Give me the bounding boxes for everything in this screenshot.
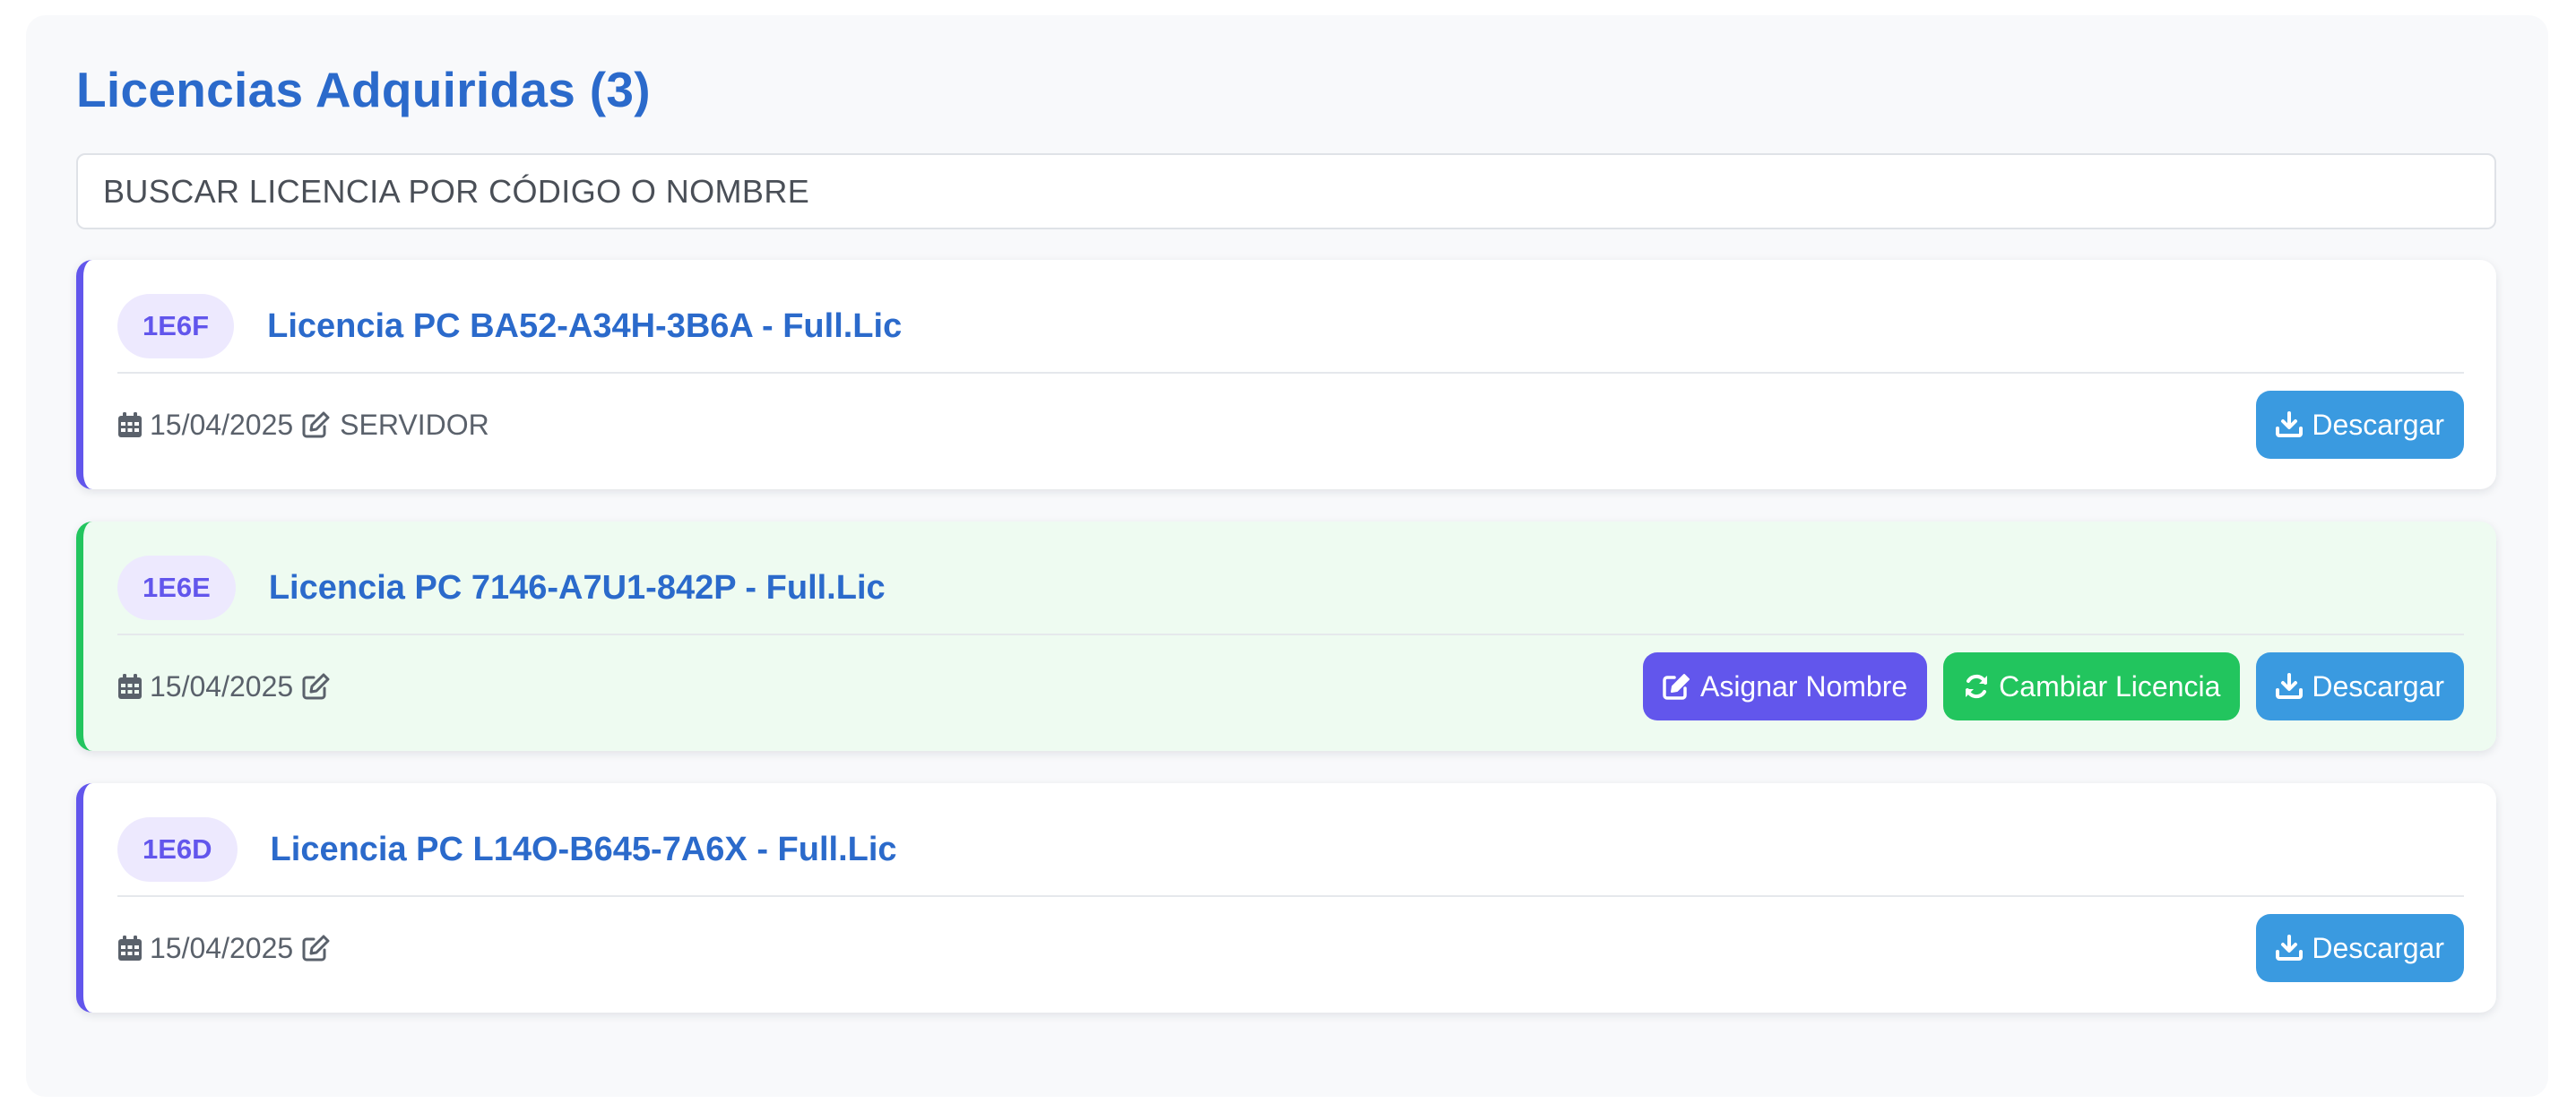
license-meta: 15/04/2025 SERVIDOR — [117, 409, 489, 442]
edit-icon — [1663, 673, 1700, 700]
license-card-header: 1E6F Licencia PC BA52-A34H-3B6A - Full.L… — [117, 294, 2464, 358]
license-card: 1E6E Licencia PC 7146-A7U1-842P - Full.L… — [76, 522, 2496, 751]
edit-icon[interactable] — [302, 935, 331, 962]
license-code-badge: 1E6F — [117, 294, 235, 358]
page-title: Licencias Adquiridas (3) — [76, 62, 651, 117]
license-assigned-name: SERVIDOR — [340, 408, 489, 441]
license-date: 15/04/2025 — [150, 669, 294, 703]
calendar-icon — [117, 673, 143, 700]
divider — [117, 634, 2464, 635]
download-button[interactable]: Descargar — [2256, 914, 2464, 982]
change-license-button-label: Cambiar Licencia — [1999, 669, 2221, 703]
license-card: 1E6D Licencia PC L14O-B645-7A6X - Full.L… — [76, 783, 2496, 1013]
divider — [117, 372, 2464, 374]
license-actions: Descargar — [2256, 914, 2464, 982]
license-card-header: 1E6D Licencia PC L14O-B645-7A6X - Full.L… — [117, 817, 2464, 882]
change-license-button[interactable]: Cambiar Licencia — [1943, 652, 2241, 720]
divider — [117, 895, 2464, 897]
license-code-badge: 1E6D — [117, 817, 238, 882]
license-card-footer: 15/04/2025 Descargar — [117, 914, 2464, 982]
search-input[interactable] — [76, 153, 2496, 229]
licenses-panel: Licencias Adquiridas (3) 1E6F Licencia P… — [26, 15, 2548, 1097]
assign-name-button[interactable]: Asignar Nombre — [1642, 652, 1928, 720]
download-button-label: Descargar — [2312, 669, 2444, 703]
license-actions: Asignar Nombre Cambiar Licencia Descarga… — [1642, 652, 2464, 720]
calendar-icon — [117, 411, 143, 438]
license-date: 15/04/2025 — [150, 408, 294, 441]
refresh-icon — [1963, 673, 1999, 700]
download-button[interactable]: Descargar — [2256, 652, 2464, 720]
download-button[interactable]: Descargar — [2256, 391, 2464, 459]
license-card: 1E6F Licencia PC BA52-A34H-3B6A - Full.L… — [76, 260, 2496, 489]
edit-icon[interactable] — [302, 411, 331, 438]
download-icon — [2276, 673, 2312, 700]
license-title: Licencia PC 7146-A7U1-842P - Full.Lic — [268, 568, 886, 607]
license-title: Licencia PC BA52-A34H-3B6A - Full.Lic — [267, 306, 903, 345]
license-date: 15/04/2025 — [150, 931, 294, 964]
download-button-label: Descargar — [2312, 408, 2444, 441]
license-card-footer: 15/04/2025 Asignar Nombre Cambiar Licenc… — [117, 652, 2464, 720]
license-code-badge: 1E6E — [117, 556, 236, 620]
download-button-label: Descargar — [2312, 931, 2444, 964]
assign-name-button-label: Asignar Nombre — [1699, 669, 1908, 703]
license-card-footer: 15/04/2025 SERVIDOR Descargar — [117, 391, 2464, 459]
download-icon — [2276, 411, 2312, 438]
license-card-header: 1E6E Licencia PC 7146-A7U1-842P - Full.L… — [117, 556, 2464, 620]
download-icon — [2276, 935, 2312, 962]
license-meta: 15/04/2025 — [117, 670, 340, 703]
license-actions: Descargar — [2256, 391, 2464, 459]
license-title: Licencia PC L14O-B645-7A6X - Full.Lic — [270, 830, 897, 868]
calendar-icon — [117, 935, 143, 962]
license-meta: 15/04/2025 — [117, 932, 340, 965]
edit-icon[interactable] — [302, 673, 331, 700]
